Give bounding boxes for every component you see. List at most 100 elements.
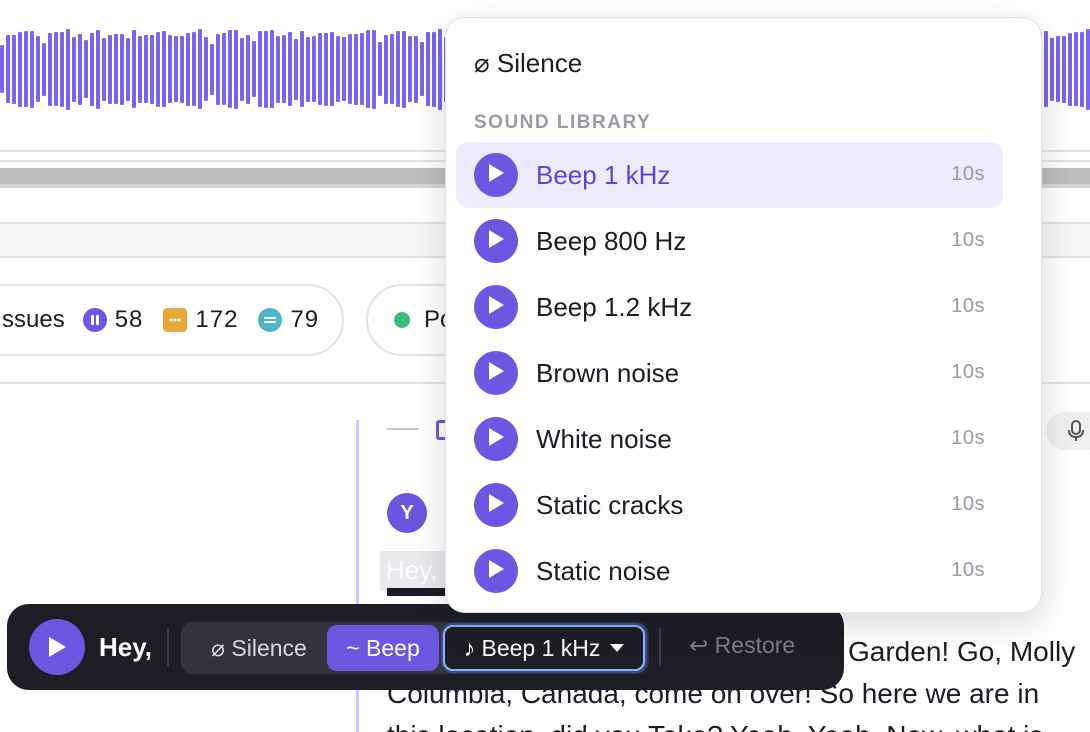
waveform-bar xyxy=(168,35,172,103)
transcript-text-line[interactable]: Garden! Go, Molly xyxy=(848,636,1075,668)
menu-item-silence[interactable]: ⌀ Silence xyxy=(474,48,582,79)
waveform-bar xyxy=(270,30,274,108)
waveform-bar xyxy=(402,30,406,108)
play-preview-button[interactable] xyxy=(474,549,518,593)
pause-count: 58 xyxy=(114,306,144,333)
sound-library-item[interactable]: Beep 1.2 kHz 10s xyxy=(456,274,1003,340)
waveform-bar xyxy=(288,32,292,106)
waveform-bar xyxy=(96,29,100,109)
play-icon xyxy=(487,361,505,386)
beep-option-button[interactable]: ~ Beep xyxy=(327,625,439,671)
sound-duration: 10s xyxy=(951,427,985,449)
waveform-bar xyxy=(408,36,412,102)
waveform-bar xyxy=(312,36,316,102)
strike-stat[interactable]: 79 xyxy=(258,306,319,334)
waveform-bar xyxy=(246,34,250,104)
play-icon xyxy=(487,493,505,518)
sound-library-item[interactable]: Beep 1 kHz 10s xyxy=(456,142,1003,208)
waveform-bar xyxy=(114,34,118,104)
waveform-bar xyxy=(252,41,256,97)
waveform-bar xyxy=(342,37,346,101)
play-preview-button[interactable] xyxy=(474,417,518,461)
waveform-bar xyxy=(84,40,88,98)
sound-duration: 10s xyxy=(951,559,985,581)
pause-stat[interactable]: 58 xyxy=(82,306,144,334)
waveform-bar xyxy=(102,37,106,101)
waveform-bar xyxy=(1068,32,1072,106)
waveform-bar xyxy=(0,45,4,93)
replacement-mode-group: ⌀ Silence ~ Beep ♪ Beep 1 kHz xyxy=(181,622,649,674)
waveform-bar xyxy=(432,31,436,107)
sound-name: Brown noise xyxy=(536,358,680,388)
issues-summary-pill[interactable]: ssues 58 172 79 xyxy=(0,284,344,356)
waveform-bar xyxy=(414,35,418,103)
comment-stat[interactable]: 172 xyxy=(163,306,238,334)
strike-count: 79 xyxy=(290,306,320,333)
restore-button[interactable]: ↩ Restore xyxy=(689,632,795,659)
waveform-bar xyxy=(138,35,142,103)
waveform-bar xyxy=(318,33,322,105)
sound-name: Static cracks xyxy=(536,490,684,520)
waveform-bar xyxy=(210,43,214,95)
waveform-bar xyxy=(150,34,154,104)
waveform-bar xyxy=(198,29,202,109)
sound-duration: 10s xyxy=(951,361,985,383)
microphone-icon xyxy=(1068,420,1084,441)
sound-library-item[interactable]: Static cracks 10s xyxy=(456,472,1003,538)
sound-duration: 10s xyxy=(951,229,985,251)
sound-duration: 10s xyxy=(951,295,985,317)
waveform-bar xyxy=(300,31,304,107)
waveform-bar xyxy=(348,34,352,104)
waveform-bar xyxy=(1044,31,1048,107)
play-preview-button[interactable] xyxy=(474,153,518,197)
waveform-bar xyxy=(120,33,124,105)
sound-library-item[interactable]: Beep 800 Hz 10s xyxy=(456,208,1003,274)
sound-select-dropdown[interactable]: ♪ Beep 1 kHz xyxy=(443,625,645,671)
waveform-bar xyxy=(156,31,160,107)
waveform-bar xyxy=(132,30,136,108)
waveform-bar xyxy=(360,33,364,105)
status-dot-icon xyxy=(394,312,410,328)
waveform-bar xyxy=(1050,37,1054,101)
sound-duration: 10s xyxy=(951,163,985,185)
sound-library-item[interactable]: Static noise 10s xyxy=(456,538,1003,604)
waveform-bar xyxy=(66,28,70,110)
play-icon xyxy=(49,637,66,657)
timeline-tick xyxy=(387,428,419,430)
silence-option-button[interactable]: ⌀ Silence xyxy=(189,625,329,671)
sound-library-item[interactable]: Brown noise 10s xyxy=(456,340,1003,406)
caret-down-icon xyxy=(610,644,625,652)
selected-word-highlight[interactable]: Hey, xyxy=(380,551,450,591)
mic-button[interactable] xyxy=(1046,412,1090,450)
play-icon xyxy=(487,559,505,584)
sound-select-label: ♪ Beep 1 kHz xyxy=(463,634,601,661)
sound-library-menu: ⌀ Silence SOUND LIBRARY Beep 1 kHz 10s Bee… xyxy=(445,17,1042,613)
waveform-bar xyxy=(1074,32,1078,106)
waveform-bar xyxy=(1056,36,1060,102)
play-preview-button[interactable] xyxy=(474,483,518,527)
waveform-bar xyxy=(396,31,400,107)
play-word-button[interactable] xyxy=(29,619,85,675)
waveform-bar xyxy=(1080,31,1084,107)
waveform-bar xyxy=(78,33,82,105)
strikethrough-circle-icon xyxy=(258,308,283,332)
waveform-bar xyxy=(240,37,244,101)
word-edit-toolbar: Hey, ⌀ Silence ~ Beep ♪ Beep 1 kHz ↩ Res… xyxy=(7,604,844,690)
waveform-bar xyxy=(180,35,184,103)
waveform-bar xyxy=(264,30,268,108)
waveform-bar xyxy=(420,42,424,96)
waveform-bar xyxy=(90,32,94,106)
transcript-text-line[interactable]: this location, did you Take? Yeah. Yeah.… xyxy=(387,720,1043,732)
sound-name: Beep 1 kHz xyxy=(536,160,671,190)
waveform-bar xyxy=(204,37,208,101)
waveform-bar xyxy=(174,36,178,102)
waveform-bar xyxy=(6,35,10,103)
play-icon xyxy=(487,427,505,452)
waveform-bar xyxy=(216,33,220,105)
sound-library-item[interactable]: White noise 10s xyxy=(456,406,1003,472)
play-preview-button[interactable] xyxy=(474,351,518,395)
waveform-bar xyxy=(294,38,298,100)
waveform-bar xyxy=(354,33,358,105)
play-preview-button[interactable] xyxy=(474,219,518,263)
play-preview-button[interactable] xyxy=(474,285,518,329)
